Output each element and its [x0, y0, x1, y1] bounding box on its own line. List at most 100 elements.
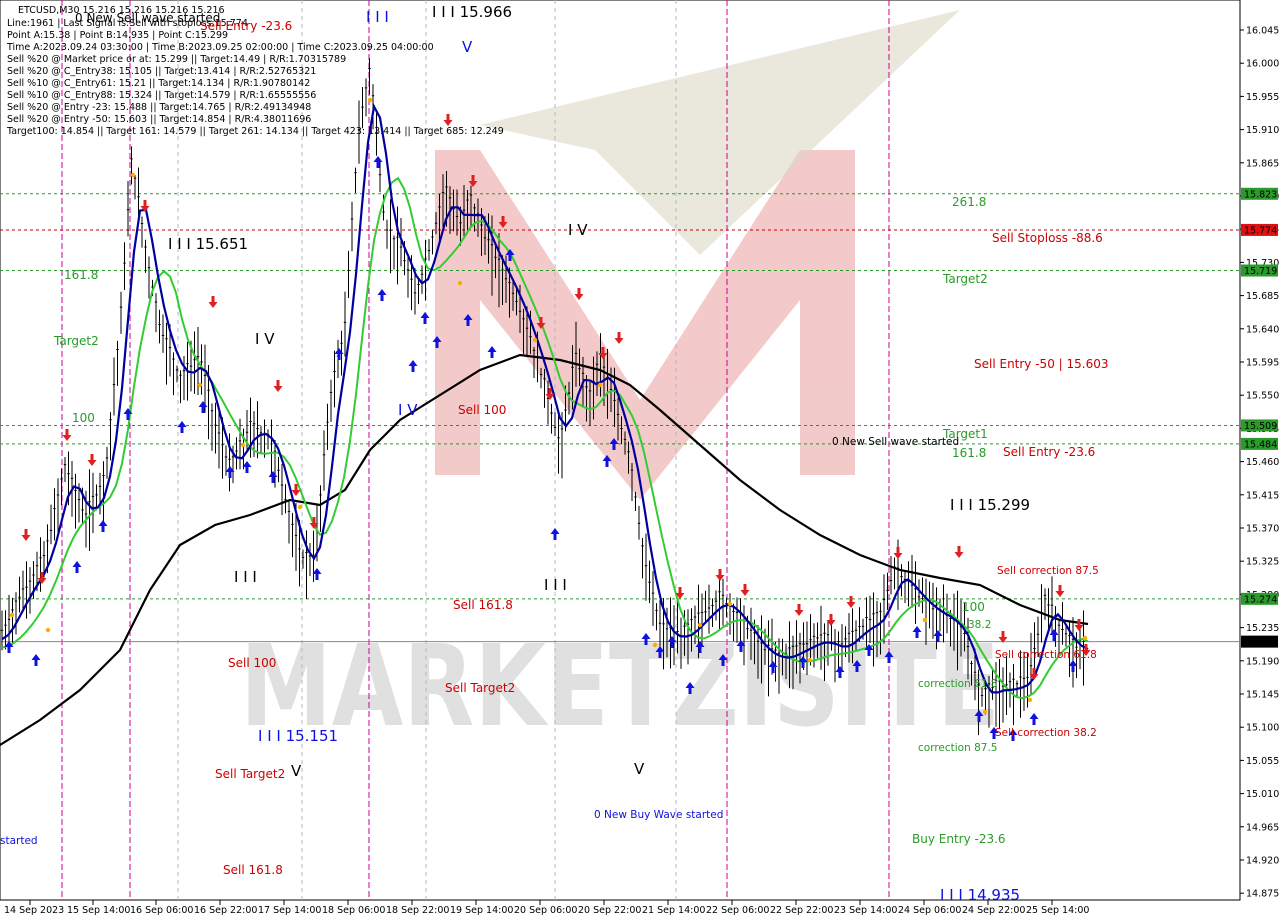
annotation: Sell Entry -23.6: [200, 19, 292, 33]
price-tick-label: 15.010: [1246, 789, 1279, 800]
annotation: V: [462, 38, 473, 56]
annotation: Sell Target2: [445, 681, 515, 695]
price-tick-label: 15.865: [1246, 158, 1279, 169]
annotation: Sell 161.8: [223, 863, 283, 877]
signal-dot-icon: [240, 442, 246, 448]
signal-dot-icon: [197, 382, 203, 388]
annotation: 161.8: [64, 268, 98, 282]
annotation: correction 87.5: [918, 742, 997, 754]
time-tick-label: 23 Sep 14:00: [834, 905, 897, 916]
price-tag-label: 15.823: [1244, 189, 1277, 200]
price-tick-label: 16.000: [1246, 59, 1279, 70]
time-tick-label: 18 Sep 06:00: [322, 905, 385, 916]
price-chart[interactable]: MARKETZISITE ETCUSD,M30 15.216 15.216 15…: [0, 0, 1280, 920]
annotation: I V: [398, 401, 418, 419]
price-tag-label: 15.484: [1244, 439, 1277, 450]
annotation: Target2: [53, 334, 99, 348]
annotation: I I I: [544, 576, 567, 594]
signal-dot-icon: [922, 617, 928, 623]
info-line: Sell %10 @ C_Entry61: 15.21 || Target:14…: [7, 78, 310, 89]
time-tick-label: 20 Sep 22:00: [578, 905, 641, 916]
time-tick-label: 19 Sep 14:00: [450, 905, 513, 916]
price-tag-label: 15.216: [1244, 637, 1277, 648]
signal-dot-icon: [9, 612, 15, 618]
price-tick-label: 15.100: [1246, 723, 1279, 734]
time-tick-label: 16 Sep 22:00: [194, 905, 257, 916]
signal-dot-icon: [982, 709, 988, 715]
signal-dot-icon: [697, 622, 703, 628]
annotation: Sell 100: [228, 656, 276, 670]
price-tick-label: 14.920: [1246, 856, 1279, 867]
annotation: 0 New Sell wave started: [75, 11, 220, 25]
annotation: Sell Target2: [215, 767, 285, 781]
annotation: 0 New Buy Wave started: [594, 809, 723, 821]
info-line: Target100: 14.854 || Target 161: 14.579 …: [6, 126, 504, 137]
info-line: Sell %20 @ Market price or at: 15.299 ||…: [7, 54, 346, 65]
price-tick-label: 15.370: [1246, 524, 1279, 535]
time-tick-label: 22 Sep 22:00: [770, 905, 833, 916]
info-line: Time A:2023.09.24 03:30:00 | Time B:2023…: [6, 42, 434, 53]
signal-dot-icon: [532, 337, 538, 343]
price-tick-label: 14.965: [1246, 822, 1279, 833]
info-line: Sell %20 @ Entry -50: 15.603 || Target:1…: [7, 114, 311, 125]
time-tick-label: 22 Sep 06:00: [706, 905, 769, 916]
signal-dot-icon: [367, 97, 373, 103]
annotation: I I I: [234, 568, 257, 586]
signal-dot-icon: [130, 172, 136, 178]
price-tag-label: 15.774: [1244, 225, 1277, 236]
price-tick-label: 14.875: [1246, 889, 1279, 900]
annotation: Buy Entry -23.6: [912, 832, 1006, 846]
annotation: Sell 100: [458, 403, 506, 417]
info-line: Point A:15.38 | Point B:14.935 | Point C…: [7, 30, 228, 41]
time-tick-label: 14 Sep 2023: [4, 905, 64, 916]
annotation: Sell Entry -23.6: [1003, 445, 1095, 459]
price-tick-label: 15.055: [1246, 756, 1279, 767]
info-line: Sell %10 @ C_Entry88: 15.324 || Target:1…: [7, 90, 316, 101]
annotation: I V: [568, 221, 588, 239]
price-tick-label: 15.640: [1246, 324, 1279, 335]
price-tag-label: 15.274: [1244, 594, 1277, 605]
signal-dot-icon: [807, 657, 813, 663]
signal-dot-icon: [1082, 635, 1088, 641]
time-tick-label: 20 Sep 06:00: [514, 905, 577, 916]
time-tick-label: 16 Sep 06:00: [130, 905, 193, 916]
time-tick-label: 21 Sep 14:00: [642, 905, 705, 916]
signal-dot-icon: [727, 601, 733, 607]
price-tick-label: 16.045: [1246, 26, 1279, 37]
annotation: started: [0, 835, 38, 847]
annotation: 0 New Sell wave started: [832, 436, 959, 448]
annotation: Sell correction 87.5: [997, 565, 1099, 577]
annotation: 38.2: [968, 619, 991, 631]
annotation: Target2: [942, 272, 988, 286]
annotation: V: [634, 760, 645, 778]
annotation: Sell correction 38.2: [995, 727, 1097, 739]
annotation: 161.8: [952, 446, 986, 460]
price-tick-label: 15.595: [1246, 358, 1279, 369]
price-tick-label: 15.550: [1246, 391, 1279, 402]
price-tick-label: 15.910: [1246, 125, 1279, 136]
annotation: Sell 161.8: [453, 598, 513, 612]
price-tag-label: 15.719: [1244, 266, 1277, 277]
time-axis: 14 Sep 2023 15 Sep 14:00 16 Sep 06:00 16 Se…: [4, 900, 1089, 916]
time-tick-label: 18 Sep 22:00: [386, 905, 449, 916]
annotation: 100: [962, 600, 985, 614]
annotation: I I I 15.299: [950, 496, 1030, 514]
time-tick-label: 25 Sep 14:00: [1026, 905, 1089, 916]
time-tick-label: 15 Sep 14:00: [67, 905, 130, 916]
annotation: correction 61.8: [918, 678, 997, 690]
info-line: Sell %20 @ C_Entry38: 15.105 || Target:1…: [7, 66, 316, 77]
signal-dot-icon: [597, 382, 603, 388]
price-tag-label: 15.509: [1244, 421, 1277, 432]
annotation: Sell correction 61.8: [995, 649, 1097, 661]
signal-dot-icon: [652, 642, 658, 648]
annotation: I I I 14.935: [940, 886, 1020, 904]
price-tick-label: 15.460: [1246, 457, 1279, 468]
annotation: Sell Entry -50 | 15.603: [974, 357, 1108, 371]
price-tick-label: 15.145: [1246, 690, 1279, 701]
annotation: I I I: [366, 8, 389, 26]
price-tick-label: 15.415: [1246, 490, 1279, 501]
price-tick-label: 15.235: [1246, 623, 1279, 634]
price-tick-label: 15.685: [1246, 291, 1279, 302]
annotation: Sell Stoploss -88.6: [992, 231, 1103, 245]
signal-dot-icon: [457, 280, 463, 286]
